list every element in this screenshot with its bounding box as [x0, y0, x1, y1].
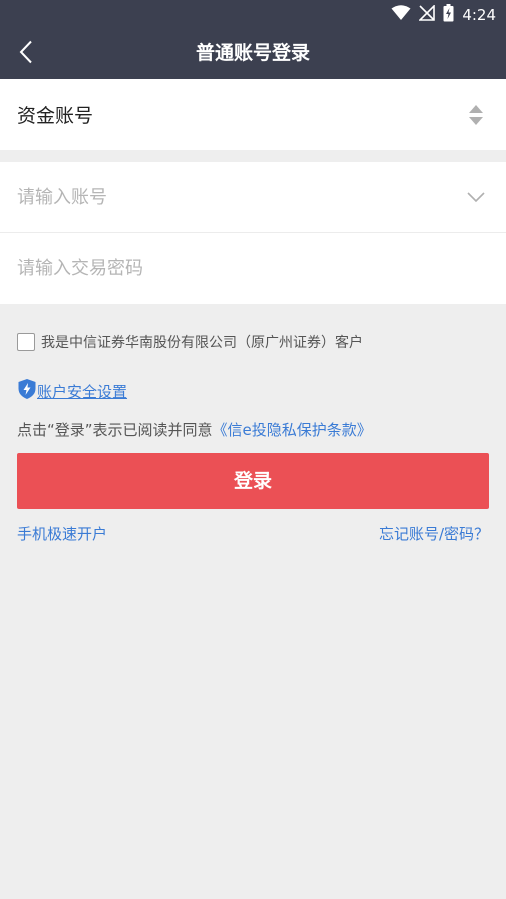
account-field-row — [0, 162, 506, 233]
password-input[interactable] — [17, 251, 437, 285]
privacy-notice: 点击“登录”表示已阅读并同意《信e投隐私保护条款》 — [17, 419, 372, 440]
page-title: 普通账号登录 — [195, 42, 310, 64]
privacy-prefix: 点击“登录”表示已阅读并同意 — [17, 421, 213, 439]
status-time: 4:24 — [462, 6, 496, 24]
battery-charging-icon — [443, 4, 454, 26]
nav-bar: 普通账号登录 — [0, 30, 506, 79]
chevron-down-icon[interactable] — [466, 189, 486, 203]
privacy-policy-link[interactable]: 《信e投隐私保护条款》 — [213, 421, 372, 439]
shield-lightning-icon — [17, 378, 37, 404]
account-type-label: 资金账号 — [17, 105, 94, 127]
password-field-row — [0, 233, 506, 304]
customer-confirm-label: 我是中信证券华南股份有限公司（原广州证券）客户 — [41, 335, 363, 351]
login-button[interactable]: 登录 — [17, 453, 489, 509]
no-signal-icon — [418, 4, 436, 25]
account-input[interactable] — [17, 180, 437, 214]
status-icons: 4:24 — [391, 4, 496, 26]
login-form — [0, 162, 506, 304]
open-account-link[interactable]: 手机极速开户 — [17, 523, 107, 544]
forgot-password-link[interactable]: 忘记账号/密码？ — [379, 523, 489, 544]
bottom-links: 手机极速开户 忘记账号/密码？ — [17, 523, 489, 545]
security-settings-row: 账户安全设置 — [17, 378, 127, 404]
account-type-selector[interactable]: 资金账号 — [0, 79, 506, 150]
security-settings-link[interactable]: 账户安全设置 — [37, 381, 127, 402]
status-bar: 4:24 — [0, 0, 506, 30]
sort-updown-icon — [468, 104, 484, 126]
wifi-icon — [391, 5, 411, 25]
customer-confirm-row: 我是中信证券华南股份有限公司（原广州证券）客户 — [17, 332, 363, 352]
customer-confirm-checkbox[interactable] — [17, 333, 35, 351]
